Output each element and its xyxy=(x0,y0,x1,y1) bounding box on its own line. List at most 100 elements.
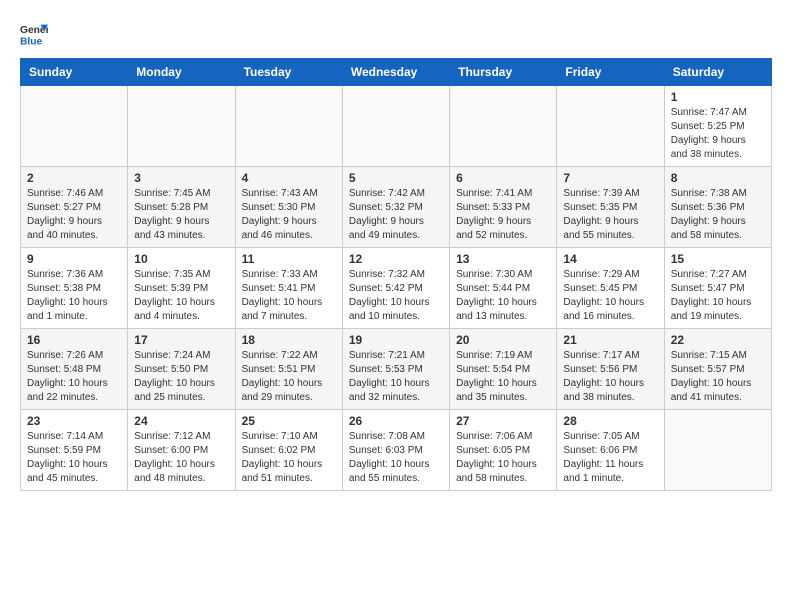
weekday-header: Tuesday xyxy=(235,59,342,86)
day-number: 9 xyxy=(27,252,121,266)
day-number: 22 xyxy=(671,333,765,347)
day-info: Sunrise: 7:42 AM Sunset: 5:32 PM Dayligh… xyxy=(349,187,443,243)
calendar-week-row: 1 Sunrise: 7:47 AM Sunset: 5:25 PM Daylig… xyxy=(21,86,772,167)
day-number: 21 xyxy=(563,333,657,347)
day-number: 2 xyxy=(27,171,121,185)
day-number: 20 xyxy=(456,333,550,347)
day-info: Sunrise: 7:17 AM Sunset: 5:56 PM Dayligh… xyxy=(563,349,657,405)
day-number: 24 xyxy=(134,414,228,428)
day-info: Sunrise: 7:47 AM Sunset: 5:25 PM Dayligh… xyxy=(671,106,765,162)
day-info: Sunrise: 7:22 AM Sunset: 5:51 PM Dayligh… xyxy=(242,349,336,405)
calendar-cell: 28 Sunrise: 7:05 AM Sunset: 6:06 PM Dayli… xyxy=(557,410,664,491)
day-number: 15 xyxy=(671,252,765,266)
day-info: Sunrise: 7:08 AM Sunset: 6:03 PM Dayligh… xyxy=(349,430,443,486)
svg-text:Blue: Blue xyxy=(20,36,43,47)
calendar-week-row: 16 Sunrise: 7:26 AM Sunset: 5:48 PM Dayli… xyxy=(21,329,772,410)
day-info: Sunrise: 7:27 AM Sunset: 5:47 PM Dayligh… xyxy=(671,268,765,324)
header: General Blue xyxy=(20,20,772,48)
day-info: Sunrise: 7:36 AM Sunset: 5:38 PM Dayligh… xyxy=(27,268,121,324)
day-number: 26 xyxy=(349,414,443,428)
day-number: 19 xyxy=(349,333,443,347)
day-info: Sunrise: 7:10 AM Sunset: 6:02 PM Dayligh… xyxy=(242,430,336,486)
calendar-cell xyxy=(342,86,449,167)
day-info: Sunrise: 7:14 AM Sunset: 5:59 PM Dayligh… xyxy=(27,430,121,486)
calendar-cell: 13Sunrise: 7:30 AM Sunset: 5:44 PM Dayli… xyxy=(450,248,557,329)
day-number: 5 xyxy=(349,171,443,185)
weekday-header: Wednesday xyxy=(342,59,449,86)
calendar-cell: 8 Sunrise: 7:38 AM Sunset: 5:36 PM Daylig… xyxy=(664,167,771,248)
day-number: 8 xyxy=(671,171,765,185)
calendar-cell xyxy=(128,86,235,167)
day-number: 3 xyxy=(134,171,228,185)
day-info: Sunrise: 7:38 AM Sunset: 5:36 PM Dayligh… xyxy=(671,187,765,243)
day-number: 17 xyxy=(134,333,228,347)
calendar-week-row: 2 Sunrise: 7:46 AM Sunset: 5:27 PM Daylig… xyxy=(21,167,772,248)
day-number: 7 xyxy=(563,171,657,185)
day-number: 1 xyxy=(671,90,765,104)
weekday-header: Thursday xyxy=(450,59,557,86)
day-number: 6 xyxy=(456,171,550,185)
day-number: 28 xyxy=(563,414,657,428)
day-number: 14 xyxy=(563,252,657,266)
day-info: Sunrise: 7:26 AM Sunset: 5:48 PM Dayligh… xyxy=(27,349,121,405)
day-number: 4 xyxy=(242,171,336,185)
day-info: Sunrise: 7:05 AM Sunset: 6:06 PM Dayligh… xyxy=(563,430,657,486)
calendar-week-row: 9 Sunrise: 7:36 AM Sunset: 5:38 PM Daylig… xyxy=(21,248,772,329)
calendar-cell: 24 Sunrise: 7:12 AM Sunset: 6:00 PM Dayli… xyxy=(128,410,235,491)
calendar-cell: 16 Sunrise: 7:26 AM Sunset: 5:48 PM Dayli… xyxy=(21,329,128,410)
calendar-cell: 23 Sunrise: 7:14 AM Sunset: 5:59 PM Dayli… xyxy=(21,410,128,491)
calendar-cell: 5 Sunrise: 7:42 AM Sunset: 5:32 PM Daylig… xyxy=(342,167,449,248)
calendar-cell xyxy=(557,86,664,167)
weekday-header: Sunday xyxy=(21,59,128,86)
calendar-cell: 21 Sunrise: 7:17 AM Sunset: 5:56 PM Dayli… xyxy=(557,329,664,410)
day-info: Sunrise: 7:32 AM Sunset: 5:42 PM Dayligh… xyxy=(349,268,443,324)
calendar-cell: 12 Sunrise: 7:32 AM Sunset: 5:42 PM Dayli… xyxy=(342,248,449,329)
day-number: 16 xyxy=(27,333,121,347)
calendar-cell: 1 Sunrise: 7:47 AM Sunset: 5:25 PM Daylig… xyxy=(664,86,771,167)
day-info: Sunrise: 7:39 AM Sunset: 5:35 PM Dayligh… xyxy=(563,187,657,243)
day-number: 27 xyxy=(456,414,550,428)
day-info: Sunrise: 7:46 AM Sunset: 5:27 PM Dayligh… xyxy=(27,187,121,243)
calendar-cell xyxy=(450,86,557,167)
day-number: 10 xyxy=(134,252,228,266)
calendar-table: SundayMondayTuesdayWednesdayThursdayFrid… xyxy=(20,58,772,491)
day-number: 11 xyxy=(242,252,336,266)
calendar-cell: 27 Sunrise: 7:06 AM Sunset: 6:05 PM Dayli… xyxy=(450,410,557,491)
calendar-cell: 14 Sunrise: 7:29 AM Sunset: 5:45 PM Dayli… xyxy=(557,248,664,329)
day-info: Sunrise: 7:06 AM Sunset: 6:05 PM Dayligh… xyxy=(456,430,550,486)
weekday-header: Friday xyxy=(557,59,664,86)
calendar-cell: 25 Sunrise: 7:10 AM Sunset: 6:02 PM Dayli… xyxy=(235,410,342,491)
day-number: 23 xyxy=(27,414,121,428)
day-info: Sunrise: 7:41 AM Sunset: 5:33 PM Dayligh… xyxy=(456,187,550,243)
day-number: 18 xyxy=(242,333,336,347)
day-info: Sunrise: 7:19 AM Sunset: 5:54 PM Dayligh… xyxy=(456,349,550,405)
calendar-cell: 11 Sunrise: 7:33 AM Sunset: 5:41 PM Dayli… xyxy=(235,248,342,329)
calendar-cell xyxy=(21,86,128,167)
calendar-cell: 6 Sunrise: 7:41 AM Sunset: 5:33 PM Daylig… xyxy=(450,167,557,248)
day-info: Sunrise: 7:29 AM Sunset: 5:45 PM Dayligh… xyxy=(563,268,657,324)
logo-icon: General Blue xyxy=(20,20,48,48)
calendar-cell xyxy=(664,410,771,491)
day-info: Sunrise: 7:21 AM Sunset: 5:53 PM Dayligh… xyxy=(349,349,443,405)
day-number: 12 xyxy=(349,252,443,266)
logo: General Blue xyxy=(20,20,52,48)
calendar-cell: 22Sunrise: 7:15 AM Sunset: 5:57 PM Dayli… xyxy=(664,329,771,410)
day-info: Sunrise: 7:45 AM Sunset: 5:28 PM Dayligh… xyxy=(134,187,228,243)
calendar-week-row: 23 Sunrise: 7:14 AM Sunset: 5:59 PM Dayli… xyxy=(21,410,772,491)
calendar-cell: 7 Sunrise: 7:39 AM Sunset: 5:35 PM Daylig… xyxy=(557,167,664,248)
day-info: Sunrise: 7:35 AM Sunset: 5:39 PM Dayligh… xyxy=(134,268,228,324)
calendar-cell: 18 Sunrise: 7:22 AM Sunset: 5:51 PM Dayli… xyxy=(235,329,342,410)
calendar-cell: 9 Sunrise: 7:36 AM Sunset: 5:38 PM Daylig… xyxy=(21,248,128,329)
calendar-cell: 26 Sunrise: 7:08 AM Sunset: 6:03 PM Dayli… xyxy=(342,410,449,491)
weekday-header: Monday xyxy=(128,59,235,86)
weekday-header: Saturday xyxy=(664,59,771,86)
day-number: 13 xyxy=(456,252,550,266)
day-info: Sunrise: 7:12 AM Sunset: 6:00 PM Dayligh… xyxy=(134,430,228,486)
day-info: Sunrise: 7:24 AM Sunset: 5:50 PM Dayligh… xyxy=(134,349,228,405)
calendar-cell: 17 Sunrise: 7:24 AM Sunset: 5:50 PM Dayli… xyxy=(128,329,235,410)
day-info: Sunrise: 7:33 AM Sunset: 5:41 PM Dayligh… xyxy=(242,268,336,324)
day-number: 25 xyxy=(242,414,336,428)
calendar-cell: 10 Sunrise: 7:35 AM Sunset: 5:39 PM Dayli… xyxy=(128,248,235,329)
calendar-cell: 4 Sunrise: 7:43 AM Sunset: 5:30 PM Daylig… xyxy=(235,167,342,248)
day-info: Sunrise: 7:43 AM Sunset: 5:30 PM Dayligh… xyxy=(242,187,336,243)
